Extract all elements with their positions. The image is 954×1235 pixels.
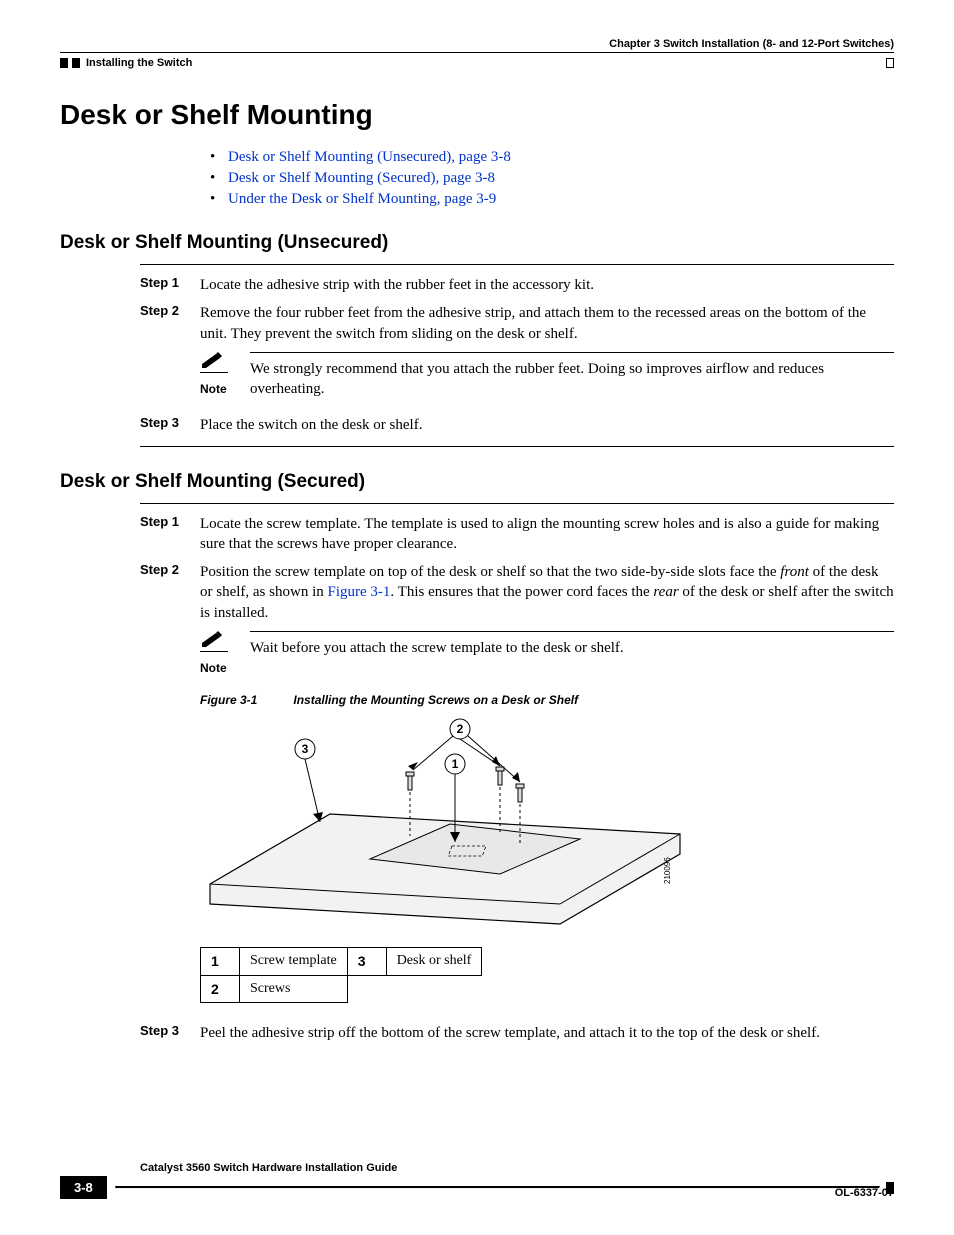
step-label: Step 2 [140,562,200,1003]
unsecured-steps: Step 1 Locate the adhesive strip with th… [140,264,894,447]
figure-diagram: 2 1 3 210096 [200,714,894,940]
step-body: Locate the adhesive strip with the rubbe… [200,275,894,295]
step-body: Position the screw template on top of th… [200,562,894,1003]
figure-number: Figure 3-1 [200,693,257,707]
page-title: Desk or Shelf Mounting [60,99,894,131]
note-label: Note [200,660,250,676]
toc-link-unsecured[interactable]: Desk or Shelf Mounting (Unsecured), page… [228,149,511,165]
note-block: Note We strongly recommend that you atta… [200,352,894,400]
rule [140,264,894,265]
legend-val: Screw template [240,947,348,975]
rule [140,503,894,504]
running-subheader: Installing the Switch [60,57,894,69]
page-footer: Catalyst 3560 Switch Hardware Installati… [60,1162,894,1199]
page-number-badge: 3-8 [60,1176,107,1199]
pencil-icon [200,352,228,373]
legend-val: Desk or shelf [386,947,482,975]
figure-ref-link[interactable]: Figure 3-1 [328,584,391,600]
note-block: Note Wait before you attach the screw te… [200,631,894,676]
note-label: Note [200,381,250,397]
callout-3: 3 [302,742,309,756]
figure-title: Installing the Mounting Screws on a Desk… [293,693,578,707]
step-row: Step 3 Place the switch on the desk or s… [140,415,894,435]
step-row: Step 2 Position the screw template on to… [140,562,894,1003]
emph-rear: rear [653,584,678,600]
step-row: Step 1 Locate the adhesive strip with th… [140,275,894,295]
step-row: Step 3 Peel the adhesive strip off the b… [140,1023,894,1043]
step-row: Step 2 Remove the four rubber feet from … [140,303,894,407]
note-text: Wait before you attach the screw templat… [250,638,894,658]
step-body: Place the switch on the desk or shelf. [200,415,894,435]
footer-guide-title: Catalyst 3560 Switch Hardware Installati… [140,1162,894,1174]
step-label: Step 1 [140,275,200,295]
step-text-post1: . This ensures that the power cord faces… [390,584,653,600]
footer-docid: OL-6337-07 [835,1187,894,1199]
toc-link-under[interactable]: Under the Desk or Shelf Mounting, page 3… [228,191,496,207]
pencil-icon [200,631,228,652]
step-body: Peel the adhesive strip off the bottom o… [200,1023,894,1043]
header-ticks-left [60,58,80,68]
rule [140,446,894,447]
legend-key: 3 [347,947,386,975]
running-header: Chapter 3 Switch Installation (8- and 12… [60,38,894,50]
figure-artid: 210096 [663,857,672,884]
header-tick-right [886,58,894,68]
section-running: Installing the Switch [86,57,192,69]
note-text: We strongly recommend that you attach th… [250,359,894,400]
chapter-label: Chapter 3 Switch Installation (8- and 12… [609,38,894,50]
step-text-pre: Position the screw template on top of th… [200,564,780,580]
callout-2: 2 [457,722,464,736]
legend-key: 2 [201,975,240,1003]
legend-val: Screws [240,975,348,1003]
step-body: Locate the screw template. The template … [200,514,894,555]
step-body: Remove the four rubber feet from the adh… [200,303,894,407]
heading-unsecured: Desk or Shelf Mounting (Unsecured) [60,232,894,254]
emph-front: front [780,564,809,580]
page: Chapter 3 Switch Installation (8- and 12… [0,0,954,1235]
step-label: Step 2 [140,303,200,407]
step-label: Step 1 [140,514,200,555]
heading-secured: Desk or Shelf Mounting (Secured) [60,471,894,493]
callout-1: 1 [452,757,459,771]
step-row: Step 1 Locate the screw template. The te… [140,514,894,555]
step-label: Step 3 [140,415,200,435]
figure-caption: Figure 3-1 Installing the Mounting Screws… [200,692,894,708]
header-rule [60,52,894,53]
figure-legend: 1 Screw template 3 Desk or shelf 2 Screw… [200,947,482,1004]
footer-rule [115,1186,880,1189]
step-text: Remove the four rubber feet from the adh… [200,303,894,344]
toc-list: Desk or Shelf Mounting (Unsecured), page… [210,149,894,208]
toc-link-secured[interactable]: Desk or Shelf Mounting (Secured), page 3… [228,170,495,186]
step-label: Step 3 [140,1023,200,1043]
secured-steps: Step 1 Locate the screw template. The te… [140,503,894,1044]
legend-key: 1 [201,947,240,975]
